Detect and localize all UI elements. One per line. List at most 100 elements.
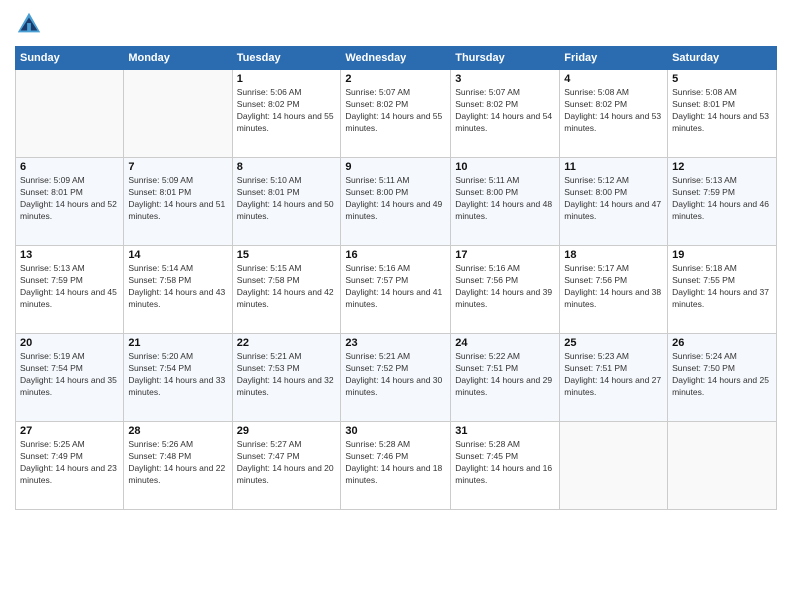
day-info: Sunrise: 5:11 AM Sunset: 8:00 PM Dayligh…	[455, 175, 555, 223]
day-info: Sunrise: 5:15 AM Sunset: 7:58 PM Dayligh…	[237, 263, 337, 311]
day-info: Sunrise: 5:16 AM Sunset: 7:57 PM Dayligh…	[345, 263, 446, 311]
day-number: 19	[672, 249, 772, 261]
day-number: 1	[237, 73, 337, 85]
day-number: 31	[455, 425, 555, 437]
day-number: 11	[564, 161, 663, 173]
day-number: 12	[672, 161, 772, 173]
weekday-header-row: SundayMondayTuesdayWednesdayThursdayFrid…	[16, 47, 777, 70]
day-info: Sunrise: 5:25 AM Sunset: 7:49 PM Dayligh…	[20, 439, 119, 487]
day-number: 8	[237, 161, 337, 173]
day-number: 4	[564, 73, 663, 85]
day-number: 6	[20, 161, 119, 173]
day-info: Sunrise: 5:19 AM Sunset: 7:54 PM Dayligh…	[20, 351, 119, 399]
day-number: 5	[672, 73, 772, 85]
day-info: Sunrise: 5:14 AM Sunset: 7:58 PM Dayligh…	[128, 263, 227, 311]
calendar-cell: 15Sunrise: 5:15 AM Sunset: 7:58 PM Dayli…	[232, 246, 341, 334]
day-info: Sunrise: 5:21 AM Sunset: 7:53 PM Dayligh…	[237, 351, 337, 399]
day-info: Sunrise: 5:27 AM Sunset: 7:47 PM Dayligh…	[237, 439, 337, 487]
day-info: Sunrise: 5:13 AM Sunset: 7:59 PM Dayligh…	[20, 263, 119, 311]
week-row-5: 27Sunrise: 5:25 AM Sunset: 7:49 PM Dayli…	[16, 422, 777, 510]
weekday-header-saturday: Saturday	[668, 47, 777, 70]
logo	[15, 10, 45, 38]
day-number: 14	[128, 249, 227, 261]
calendar-cell: 19 Sunrise: 5:18 AM Sunset: 7:55 PM Dayli…	[668, 246, 777, 334]
day-number: 29	[237, 425, 337, 437]
day-number: 28	[128, 425, 227, 437]
day-info: Sunrise: 5:07 AM Sunset: 8:02 PM Dayligh…	[345, 87, 446, 135]
week-row-1: 1 Sunrise: 5:06 AM Sunset: 8:02 PM Daylig…	[16, 70, 777, 158]
calendar-cell: 7 Sunrise: 5:09 AM Sunset: 8:01 PM Daylig…	[124, 158, 232, 246]
day-info: Sunrise: 5:23 AM Sunset: 7:51 PM Dayligh…	[564, 351, 663, 399]
day-info: Sunrise: 5:13 AM Sunset: 7:59 PM Dayligh…	[672, 175, 772, 223]
calendar-cell: 12 Sunrise: 5:13 AM Sunset: 7:59 PM Dayli…	[668, 158, 777, 246]
calendar-cell: 14 Sunrise: 5:14 AM Sunset: 7:58 PM Dayli…	[124, 246, 232, 334]
day-number: 3	[455, 73, 555, 85]
calendar-cell: 2 Sunrise: 5:07 AM Sunset: 8:02 PM Daylig…	[341, 70, 451, 158]
day-info: Sunrise: 5:28 AM Sunset: 7:45 PM Dayligh…	[455, 439, 555, 487]
calendar-cell: 17 Sunrise: 5:16 AM Sunset: 7:56 PM Dayli…	[451, 246, 560, 334]
day-info: Sunrise: 5:09 AM Sunset: 8:01 PM Dayligh…	[128, 175, 227, 223]
calendar-cell: 1 Sunrise: 5:06 AM Sunset: 8:02 PM Daylig…	[232, 70, 341, 158]
calendar-cell: 6Sunrise: 5:09 AM Sunset: 8:01 PM Daylig…	[16, 158, 124, 246]
weekday-header-thursday: Thursday	[451, 47, 560, 70]
day-number: 13	[20, 249, 119, 261]
week-row-4: 20 Sunrise: 5:19 AM Sunset: 7:54 PM Dayli…	[16, 334, 777, 422]
day-info: Sunrise: 5:28 AM Sunset: 7:46 PM Dayligh…	[345, 439, 446, 487]
day-number: 10	[455, 161, 555, 173]
day-number: 17	[455, 249, 555, 261]
day-number: 18	[564, 249, 663, 261]
day-info: Sunrise: 5:22 AM Sunset: 7:51 PM Dayligh…	[455, 351, 555, 399]
calendar-cell: 11 Sunrise: 5:12 AM Sunset: 8:00 PM Dayli…	[560, 158, 668, 246]
day-info: Sunrise: 5:06 AM Sunset: 8:02 PM Dayligh…	[237, 87, 337, 135]
calendar-cell	[16, 70, 124, 158]
day-info: Sunrise: 5:11 AM Sunset: 8:00 PM Dayligh…	[345, 175, 446, 223]
calendar-cell: 31 Sunrise: 5:28 AM Sunset: 7:45 PM Dayli…	[451, 422, 560, 510]
calendar-cell: 27Sunrise: 5:25 AM Sunset: 7:49 PM Dayli…	[16, 422, 124, 510]
calendar-cell: 10 Sunrise: 5:11 AM Sunset: 8:00 PM Dayli…	[451, 158, 560, 246]
day-number: 25	[564, 337, 663, 349]
day-number: 21	[128, 337, 227, 349]
day-number: 26	[672, 337, 772, 349]
weekday-header-wednesday: Wednesday	[341, 47, 451, 70]
calendar-cell: 30 Sunrise: 5:28 AM Sunset: 7:46 PM Dayli…	[341, 422, 451, 510]
header	[15, 10, 777, 38]
day-info: Sunrise: 5:20 AM Sunset: 7:54 PM Dayligh…	[128, 351, 227, 399]
calendar-cell: 29 Sunrise: 5:27 AM Sunset: 7:47 PM Dayli…	[232, 422, 341, 510]
calendar-cell: 23 Sunrise: 5:21 AM Sunset: 7:52 PM Dayli…	[341, 334, 451, 422]
day-number: 2	[345, 73, 446, 85]
calendar-cell: 13 Sunrise: 5:13 AM Sunset: 7:59 PM Dayli…	[16, 246, 124, 334]
calendar-cell: 5 Sunrise: 5:08 AM Sunset: 8:01 PM Daylig…	[668, 70, 777, 158]
weekday-header-monday: Monday	[124, 47, 232, 70]
day-info: Sunrise: 5:21 AM Sunset: 7:52 PM Dayligh…	[345, 351, 446, 399]
week-row-2: 6 Sunrise: 5:09 AM Sunset: 8:01 PM Daylig…	[16, 158, 777, 246]
day-info: Sunrise: 5:12 AM Sunset: 8:00 PM Dayligh…	[564, 175, 663, 223]
calendar-cell: 21 Sunrise: 5:20 AM Sunset: 7:54 PM Dayli…	[124, 334, 232, 422]
day-info: Sunrise: 5:18 AM Sunset: 7:55 PM Dayligh…	[672, 263, 772, 311]
calendar-cell: 24Sunrise: 5:22 AM Sunset: 7:51 PM Dayli…	[451, 334, 560, 422]
day-info: Sunrise: 5:08 AM Sunset: 8:01 PM Dayligh…	[672, 87, 772, 135]
page: SundayMondayTuesdayWednesdayThursdayFrid…	[0, 0, 792, 612]
calendar-cell: 8Sunrise: 5:10 AM Sunset: 8:01 PM Daylig…	[232, 158, 341, 246]
day-number: 20	[20, 337, 119, 349]
week-row-3: 13 Sunrise: 5:13 AM Sunset: 7:59 PM Dayli…	[16, 246, 777, 334]
weekday-header-tuesday: Tuesday	[232, 47, 341, 70]
weekday-header-sunday: Sunday	[16, 47, 124, 70]
day-info: Sunrise: 5:17 AM Sunset: 7:56 PM Dayligh…	[564, 263, 663, 311]
logo-icon	[15, 10, 43, 38]
calendar-cell: 3Sunrise: 5:07 AM Sunset: 8:02 PM Daylig…	[451, 70, 560, 158]
calendar-cell: 25 Sunrise: 5:23 AM Sunset: 7:51 PM Dayli…	[560, 334, 668, 422]
day-number: 30	[345, 425, 446, 437]
day-info: Sunrise: 5:24 AM Sunset: 7:50 PM Dayligh…	[672, 351, 772, 399]
day-number: 23	[345, 337, 446, 349]
calendar-cell: 28 Sunrise: 5:26 AM Sunset: 7:48 PM Dayli…	[124, 422, 232, 510]
calendar-cell	[668, 422, 777, 510]
day-info: Sunrise: 5:26 AM Sunset: 7:48 PM Dayligh…	[128, 439, 227, 487]
day-number: 7	[128, 161, 227, 173]
calendar-cell: 26 Sunrise: 5:24 AM Sunset: 7:50 PM Dayli…	[668, 334, 777, 422]
day-number: 9	[345, 161, 446, 173]
calendar-cell: 22 Sunrise: 5:21 AM Sunset: 7:53 PM Dayli…	[232, 334, 341, 422]
day-number: 16	[345, 249, 446, 261]
day-info: Sunrise: 5:16 AM Sunset: 7:56 PM Dayligh…	[455, 263, 555, 311]
day-number: 22	[237, 337, 337, 349]
calendar-cell: 4Sunrise: 5:08 AM Sunset: 8:02 PM Daylig…	[560, 70, 668, 158]
